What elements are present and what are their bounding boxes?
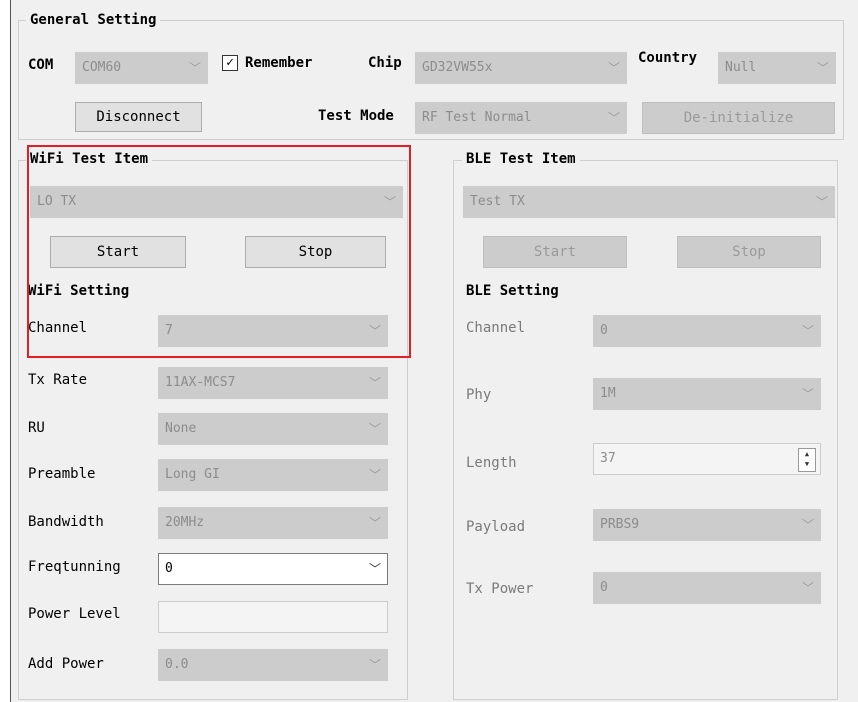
tx-rate-label: Tx Rate (28, 372, 88, 388)
country-select[interactable]: Null ﹀ (718, 52, 836, 84)
remember-label: Remember (245, 55, 313, 71)
tx-power-value: 0 (600, 580, 608, 595)
payload-select[interactable]: PRBS9 ﹀ (593, 509, 821, 541)
chevron-down-icon: ﹀ (607, 61, 620, 75)
payload-value: PRBS9 (600, 517, 640, 532)
add-power-value: 0.0 (165, 657, 189, 672)
check-icon: ✓ (226, 55, 234, 70)
preamble-select[interactable]: Long GI ﹀ (158, 459, 388, 491)
preamble-label: Preamble (28, 466, 96, 482)
length-value: 37 (600, 451, 616, 466)
chevron-down-icon: ﹀ (801, 518, 814, 532)
test-mode-label: Test Mode (318, 108, 394, 124)
ru-label: RU (28, 420, 45, 436)
chevron-down-icon: ﹀ (188, 61, 201, 75)
ru-value: None (165, 421, 197, 436)
freqtunning-label: Freqtunning (28, 559, 121, 575)
chip-select[interactable]: GD32VW55x ﹀ (415, 52, 627, 84)
general-setting-title: General Setting (26, 11, 161, 29)
country-label: Country (638, 50, 698, 66)
country-value: Null (725, 60, 757, 75)
chip-label: Chip (368, 55, 402, 71)
tx-power-select[interactable]: 0 ﹀ (593, 572, 821, 604)
ble-test-item-value: Test TX (470, 194, 525, 209)
tx-rate-value: 11AX-MCS7 (165, 375, 236, 390)
ble-setting-title: BLE Setting (466, 283, 559, 299)
test-mode-select[interactable]: RF Test Normal ﹀ (415, 102, 627, 134)
chevron-down-icon: ﹀ (368, 468, 381, 482)
highlight-box (27, 145, 411, 358)
freqtunning-value: 0 (165, 561, 173, 576)
length-label: Length (466, 455, 517, 471)
tx-rate-select[interactable]: 11AX-MCS7 ﹀ (158, 367, 388, 399)
chevron-down-icon: ﹀ (816, 61, 829, 75)
bandwidth-value: 20MHz (165, 515, 205, 530)
ble-channel-value: 0 (600, 323, 608, 338)
add-power-label: Add Power (28, 656, 104, 672)
payload-label: Payload (466, 519, 526, 535)
power-level-label: Power Level (28, 606, 121, 622)
chevron-down-icon: ﹀ (368, 516, 381, 530)
chevron-down-icon: ﹀ (801, 581, 814, 595)
ru-select[interactable]: None ﹀ (158, 413, 388, 445)
disconnect-button[interactable]: Disconnect (75, 102, 202, 132)
remember-checkbox[interactable]: ✓ (222, 55, 238, 71)
ble-channel-label: Channel (466, 320, 526, 336)
ble-test-item-title: BLE Test Item (462, 150, 580, 168)
tx-power-label: Tx Power (466, 581, 534, 597)
ble-channel-select[interactable]: 0 ﹀ (593, 315, 821, 347)
deinitialize-button[interactable]: De-initialize (642, 102, 835, 134)
ble-test-item-select[interactable]: Test TX ﹀ (463, 186, 835, 218)
chevron-down-icon: ﹀ (368, 376, 381, 390)
ble-stop-button[interactable]: Stop (677, 236, 821, 268)
com-value: COM60 (82, 60, 122, 75)
phy-label: Phy (466, 387, 492, 403)
preamble-value: Long GI (165, 467, 220, 482)
com-label: COM (28, 57, 54, 73)
com-select[interactable]: COM60 ﹀ (75, 52, 208, 84)
bandwidth-label: Bandwidth (28, 514, 104, 530)
add-power-select[interactable]: 0.0 ﹀ (158, 649, 388, 681)
chevron-down-icon: ﹀ (801, 387, 814, 401)
chevron-down-icon: ﹀ (607, 111, 620, 125)
chevron-down-icon: ﹀ (801, 324, 814, 338)
freqtunning-select[interactable]: 0 ﹀ (158, 553, 388, 585)
spin-updown-icon[interactable]: ▲ ▼ (798, 448, 816, 472)
power-level-input[interactable] (158, 601, 388, 633)
phy-value: 1M (600, 386, 616, 401)
chevron-down-icon: ﹀ (815, 195, 828, 209)
chevron-down-icon: ﹀ (368, 658, 381, 672)
ble-start-button[interactable]: Start (483, 236, 627, 268)
test-mode-value: RF Test Normal (422, 110, 532, 125)
length-spinbox[interactable]: 37 ▲ ▼ (593, 443, 821, 475)
chevron-down-icon: ﹀ (368, 562, 381, 576)
phy-select[interactable]: 1M ﹀ (593, 378, 821, 410)
bandwidth-select[interactable]: 20MHz ﹀ (158, 507, 388, 539)
chip-value: GD32VW55x (422, 60, 493, 75)
chevron-down-icon: ﹀ (368, 422, 381, 436)
